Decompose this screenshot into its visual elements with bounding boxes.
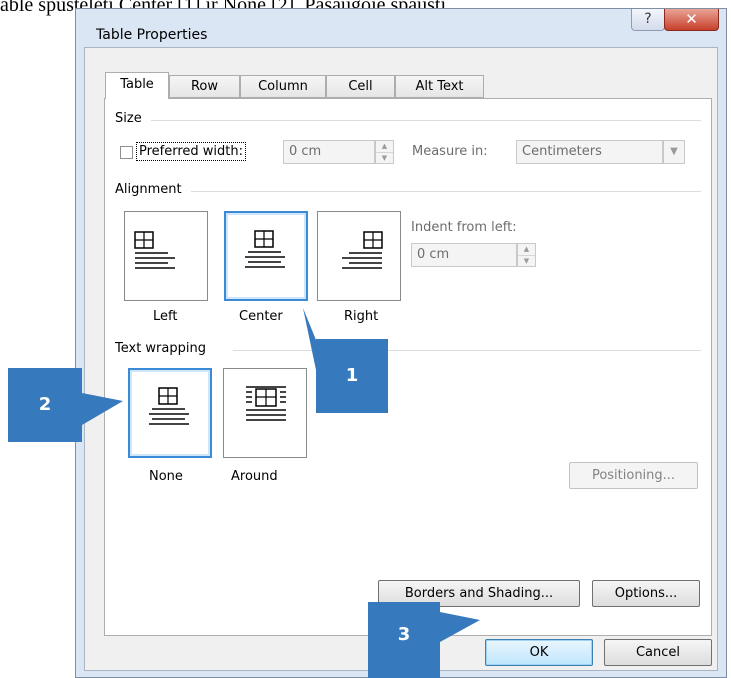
callout-badge-2: 2 — [8, 368, 82, 442]
callout-3-pointer — [440, 612, 480, 642]
tab-label: Table — [120, 77, 154, 92]
callout-badge-3: 3 — [368, 602, 440, 678]
callout-1-pointer — [303, 308, 316, 370]
callout-2-pointer — [82, 393, 123, 425]
callout-badge-1: 1 — [316, 339, 388, 413]
tab-table[interactable]: Table — [105, 72, 169, 99]
